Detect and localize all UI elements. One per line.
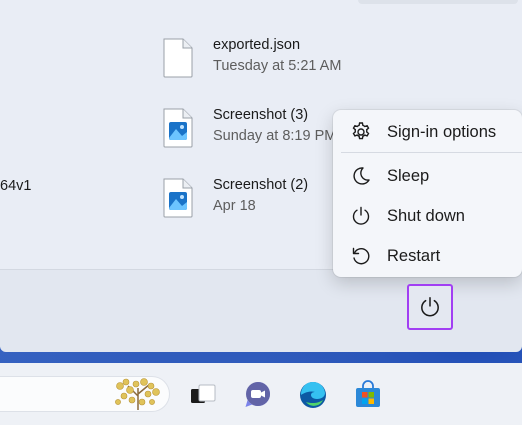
menu-item-label: Sign-in options <box>387 122 497 141</box>
microsoft-store-icon[interactable] <box>353 380 383 410</box>
recent-item-screenshot-3[interactable]: Screenshot (3) Sunday at 8:19 PM <box>162 106 336 150</box>
recent-item-exported-json[interactable]: exported.json Tuesday at 5:21 AM <box>162 36 341 80</box>
menu-item-label: Shut down <box>387 206 465 225</box>
power-options-menu: Sign-in options Sleep Shut down Restart <box>333 110 522 277</box>
moon-icon <box>350 165 372 187</box>
menu-item-sign-in-options[interactable]: Sign-in options <box>333 113 522 151</box>
menu-item-restart[interactable]: Restart <box>333 237 522 275</box>
menu-divider <box>341 152 522 153</box>
teams-chat-icon[interactable] <box>243 380 273 410</box>
document-file-icon <box>163 38 193 78</box>
recent-item-date: Tuesday at 5:21 AM <box>213 58 342 74</box>
image-file-icon <box>163 178 193 218</box>
search-highlight-icon <box>115 378 160 410</box>
recent-item-date: Apr 18 <box>213 198 256 214</box>
power-icon <box>350 205 372 227</box>
recent-item-name: Screenshot (3) <box>213 107 309 123</box>
menu-item-sleep[interactable]: Sleep <box>333 157 522 195</box>
menu-item-shut-down[interactable]: Shut down <box>333 197 522 235</box>
gear-icon <box>350 121 372 143</box>
recent-item-screenshot-2[interactable]: Screenshot (2) Apr 18 <box>162 176 308 220</box>
task-view-icon[interactable] <box>188 380 218 410</box>
recent-item-name: exported.json <box>213 37 301 53</box>
image-file-icon <box>163 108 193 148</box>
power-icon <box>421 296 439 317</box>
restart-icon <box>350 245 372 267</box>
taskbar-search-box[interactable] <box>0 376 170 412</box>
recent-item-date: Sunday at 8:19 PM <box>213 128 337 144</box>
menu-item-label: Sleep <box>387 166 430 185</box>
top-edge <box>358 0 518 4</box>
recent-item-name: Screenshot (2) <box>213 177 309 193</box>
cut-off-item-label: 64v1 <box>0 178 32 194</box>
edge-icon[interactable] <box>298 380 328 410</box>
power-button[interactable] <box>407 284 453 330</box>
menu-item-label: Restart <box>387 246 441 265</box>
